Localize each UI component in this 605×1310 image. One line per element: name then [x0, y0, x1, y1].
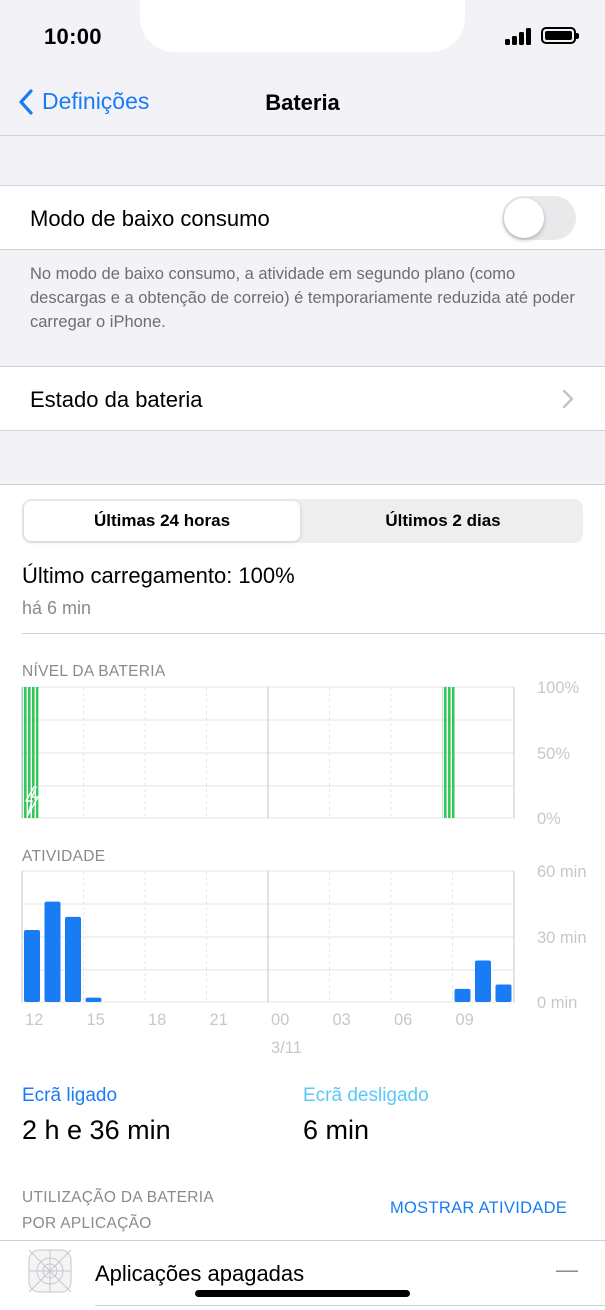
divider — [95, 1305, 605, 1306]
battery-level-bar — [442, 687, 455, 818]
app-usage-value: — — [556, 1257, 578, 1282]
activity-grid — [21, 870, 515, 1003]
y-tick-label: 60 min — [537, 863, 587, 881]
notch — [140, 0, 465, 52]
activity-bar — [454, 988, 471, 1002]
date-label: 3/11 — [271, 1039, 302, 1057]
battery-icon — [541, 27, 579, 44]
usage-label-line2: POR APLICAÇÃO — [22, 1215, 152, 1232]
x-tick-label: 09 — [456, 1011, 474, 1029]
x-tick-label: 00 — [271, 1011, 289, 1029]
home-indicator — [195, 1290, 410, 1297]
low-power-footnote: No modo de baixo consumo, a atividade em… — [30, 265, 575, 331]
battery-health-label: Estado da bateria — [30, 387, 203, 412]
activity-bar — [85, 997, 102, 1002]
activity-bar — [475, 960, 491, 1002]
battery-charts: 100% 50% 0% 60 min 30 min 0 min 12 15 18 21 00 03 06… — [21, 679, 587, 1057]
screen-on-value: 2 h e 36 min — [22, 1115, 171, 1145]
status-time: 10:00 — [44, 24, 102, 49]
y-tick-label: 0% — [537, 810, 561, 828]
low-power-label: Modo de baixo consumo — [30, 206, 270, 231]
low-power-toggle[interactable] — [502, 196, 576, 240]
x-tick-label: 18 — [148, 1011, 166, 1029]
divider — [0, 1240, 605, 1241]
y-tick-label: 100% — [537, 679, 580, 697]
activity-bar — [65, 916, 81, 1002]
screen-off-value: 6 min — [303, 1115, 370, 1145]
deleted-apps-icon — [28, 1249, 72, 1293]
y-tick-label: 0 min — [537, 994, 577, 1012]
battery-level-bar — [22, 687, 39, 818]
x-tick-label: 06 — [394, 1011, 412, 1029]
screen-off-label: Ecrã desligado — [303, 1085, 429, 1106]
toggle-knob — [504, 198, 544, 238]
battery-usage-card: Últimas 24 horas Últimos 2 dias Último c… — [0, 484, 605, 1310]
usage-by-app-label: UTILIZAÇÃO DA BATERIA POR APLICAÇÃO — [22, 1185, 282, 1237]
navigation-bar: Definições Bateria — [0, 70, 605, 136]
status-bar: 10:00 — [0, 0, 605, 70]
page-title: Bateria — [265, 90, 340, 115]
chevron-right-icon — [562, 389, 574, 409]
x-tick-label: 03 — [333, 1011, 351, 1029]
x-tick-label: 21 — [210, 1011, 228, 1029]
screen-on-label: Ecrã ligado — [22, 1085, 118, 1106]
show-activity-button[interactable]: MOSTRAR ATIVIDADE — [390, 1199, 567, 1218]
activity-bar — [44, 901, 61, 1002]
activity-bar — [24, 929, 40, 1002]
usage-label-line1: UTILIZAÇÃO DA BATERIA — [22, 1189, 215, 1206]
y-tick-label: 30 min — [537, 929, 587, 947]
low-power-row: Modo de baixo consumo — [0, 185, 605, 250]
activity-bar — [495, 984, 512, 1002]
app-name: Aplicações apagadas — [95, 1261, 305, 1286]
battery-health-row[interactable]: Estado da bateria — [0, 366, 605, 431]
x-tick-label: 15 — [87, 1011, 105, 1029]
cellular-signal-icon — [505, 27, 535, 45]
x-tick-label: 12 — [25, 1011, 43, 1029]
y-tick-label: 50% — [537, 745, 570, 763]
battery-level-grid — [21, 686, 515, 819]
